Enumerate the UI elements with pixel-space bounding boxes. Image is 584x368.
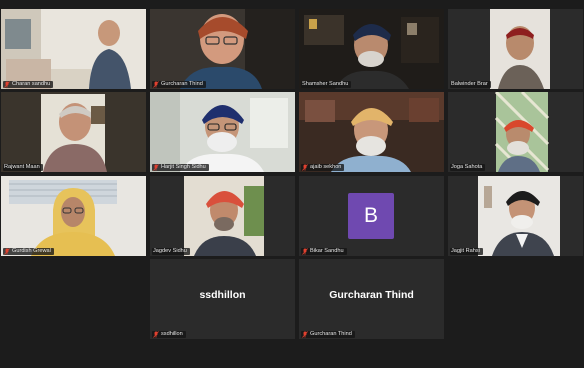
- muted-microphone-icon: [4, 81, 10, 88]
- participant-name-label: ajaib sekhon: [301, 164, 345, 171]
- participant-display-name: ssdhillon: [199, 289, 246, 301]
- participant-video: [299, 9, 444, 89]
- participant-tile[interactable]: B Bikar Sandhu: [299, 176, 444, 256]
- participant-video: [448, 92, 583, 172]
- participant-name-label: Gurcharan Thind: [152, 81, 206, 88]
- participant-tile[interactable]: Charan sandhu: [1, 9, 146, 89]
- muted-microphone-icon: [153, 164, 159, 171]
- participant-name-label: Gurdish Grewal: [3, 248, 54, 255]
- participant-name-label: Balwinder Brar: [450, 81, 491, 88]
- participant-tile[interactable]: Gurcharan Thind Gurcharan Thind: [299, 259, 444, 339]
- participant-avatar: B: [348, 193, 394, 239]
- muted-microphone-icon: [302, 331, 308, 338]
- participant-video: [150, 9, 295, 89]
- participant-name-label: Gurcharan Thind: [301, 331, 355, 338]
- participant-tile[interactable]: ajaib sekhon: [299, 92, 444, 172]
- participant-tile[interactable]: Gurdish Grewal: [1, 176, 146, 256]
- participant-display-name: Gurcharan Thind: [329, 289, 414, 301]
- participant-name-label: Jagdev Sidhu: [152, 248, 190, 255]
- muted-microphone-icon: [4, 248, 10, 255]
- participant-name-label: Jagjit Rahsi: [450, 248, 483, 255]
- participant-video: [299, 92, 444, 172]
- muted-microphone-icon: [153, 81, 159, 88]
- participant-video: [1, 176, 146, 256]
- participant-tile[interactable]: Balwinder Brar: [448, 9, 583, 89]
- participant-video: [448, 176, 583, 256]
- participant-name-label: Rajwant Maan: [3, 164, 43, 171]
- participant-name-label: Joga Sahota: [450, 164, 486, 171]
- participant-tile[interactable]: Shamsher Sandhu: [299, 9, 444, 89]
- participant-tile-active-speaker[interactable]: Rajwant Maan: [1, 92, 146, 172]
- participant-video: [1, 92, 146, 172]
- muted-microphone-icon: [302, 164, 308, 171]
- participant-name-label: Charan sandhu: [3, 81, 54, 88]
- participant-name-label: Harjit Singh Sidhu: [152, 164, 209, 171]
- participant-video: [150, 176, 295, 256]
- participant-video: [1, 9, 146, 89]
- participant-name-label: ssdhillon: [152, 331, 186, 338]
- participant-tile[interactable]: Harjit Singh Sidhu: [150, 92, 295, 172]
- participant-name-label: Bikar Sandhu: [301, 248, 347, 255]
- participant-name-label: Shamsher Sandhu: [301, 81, 352, 88]
- participant-video: [150, 92, 295, 172]
- participant-tile[interactable]: Gurcharan Thind: [150, 9, 295, 89]
- participant-tile[interactable]: ssdhillon ssdhillon: [150, 259, 295, 339]
- participant-tile[interactable]: Jagdev Sidhu: [150, 176, 295, 256]
- participant-tile[interactable]: Jagjit Rahsi: [448, 176, 583, 256]
- muted-microphone-icon: [153, 331, 159, 338]
- participant-tile[interactable]: Joga Sahota: [448, 92, 583, 172]
- participant-video: [448, 9, 583, 89]
- muted-microphone-icon: [302, 248, 308, 255]
